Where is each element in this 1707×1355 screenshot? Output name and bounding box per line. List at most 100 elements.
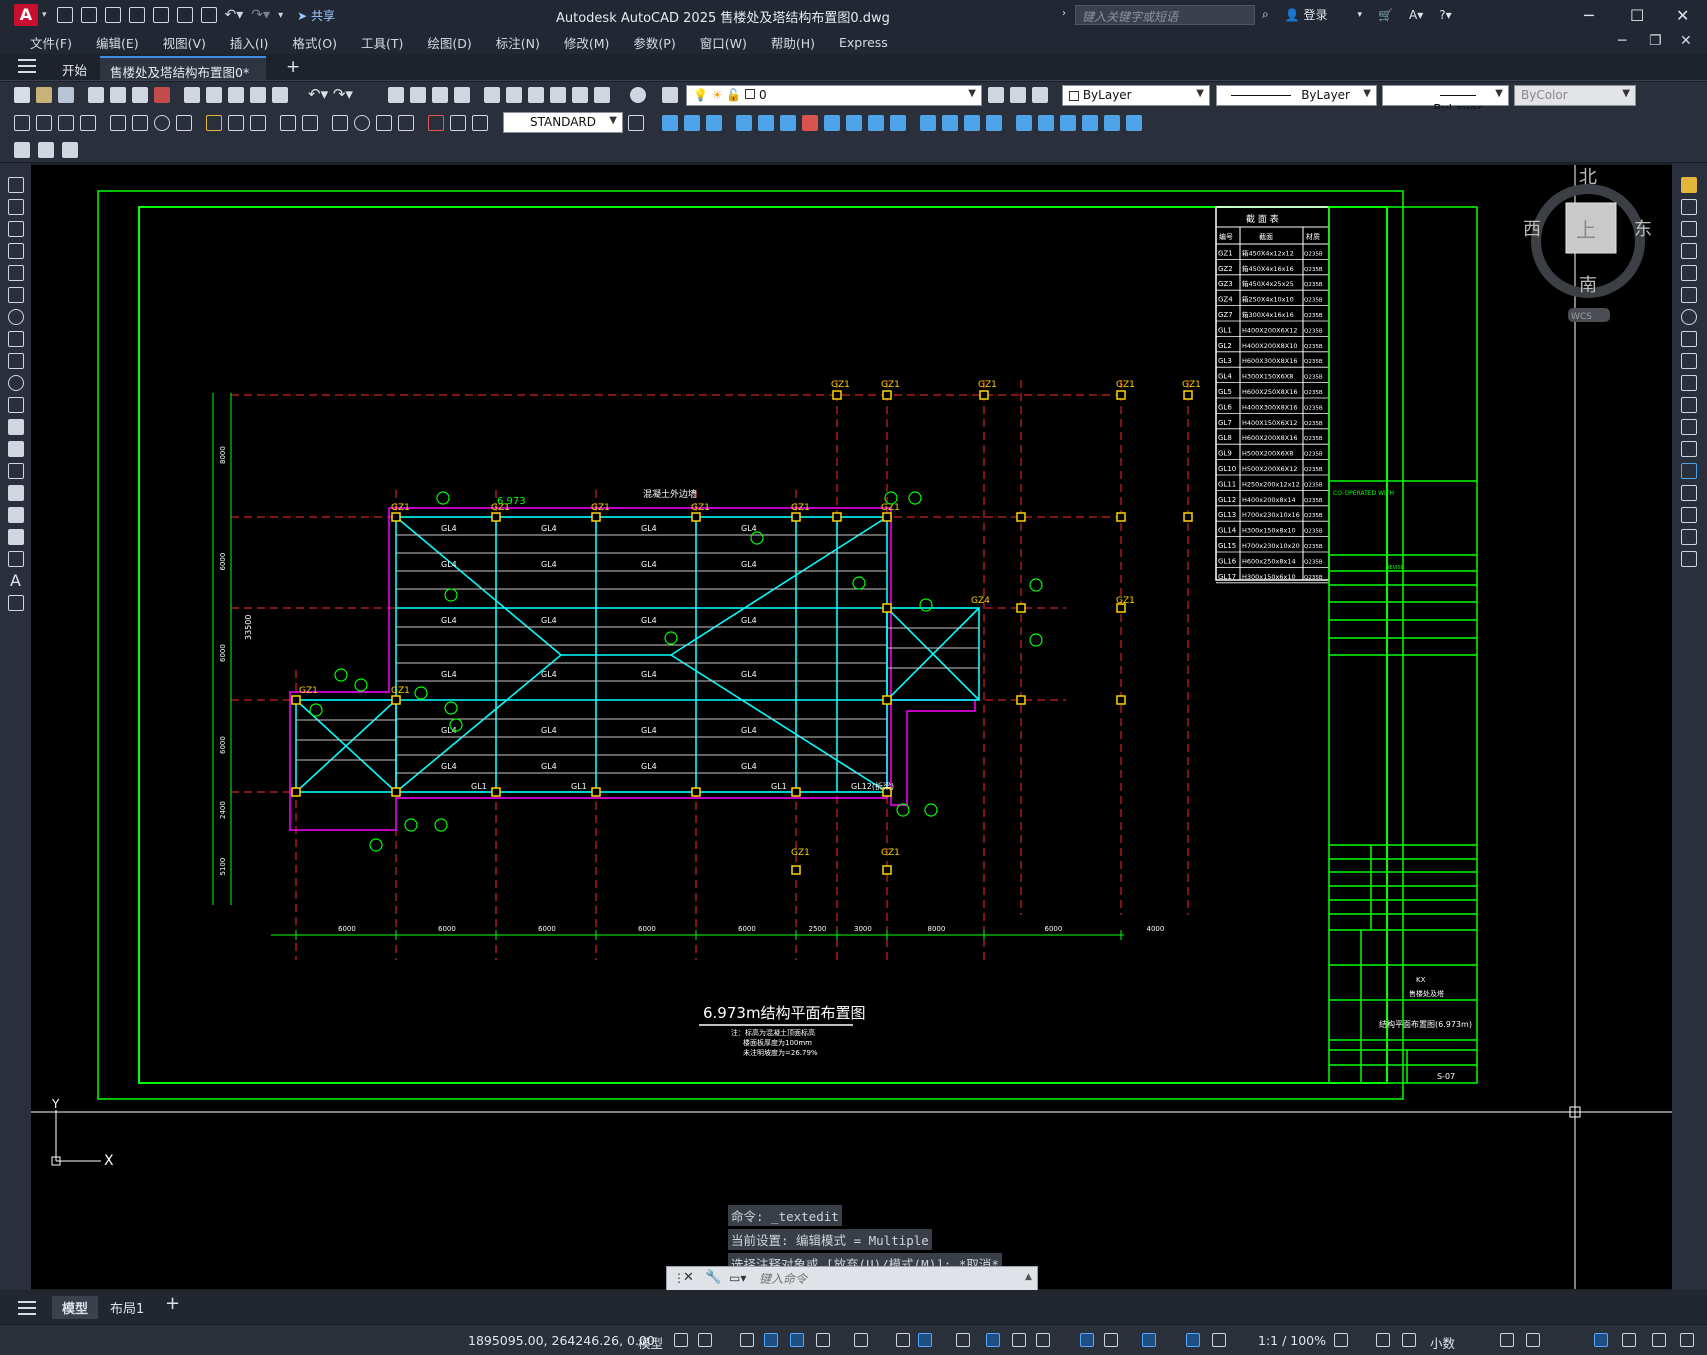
cart-icon[interactable]: 🛒 <box>1378 8 1393 22</box>
polar-icon[interactable] <box>816 1333 830 1347</box>
minimize-button[interactable]: ─ <box>1584 6 1594 25</box>
baseline-dim-icon[interactable] <box>228 115 244 131</box>
layer-on-icon[interactable]: 💡 <box>693 88 708 102</box>
snap-icon[interactable] <box>698 1333 712 1347</box>
tab-document[interactable]: 售楼处及塔结构布置图0* ✕ <box>100 56 266 96</box>
revolve-icon[interactable] <box>920 115 936 131</box>
move-icon[interactable] <box>1681 287 1697 303</box>
viewcube[interactable]: 上 北 南 东 西 WCS <box>1523 167 1652 322</box>
construction-line-icon[interactable] <box>8 199 24 215</box>
units-dropdown[interactable]: 小数 <box>1430 1333 1455 1352</box>
layer-freeze-icon[interactable]: ☀ <box>712 88 723 102</box>
point-icon[interactable] <box>8 463 24 479</box>
pyramid-icon[interactable] <box>802 115 818 131</box>
continue-dim-icon[interactable] <box>250 115 266 131</box>
properties-icon[interactable] <box>484 87 500 103</box>
radius-dim-icon[interactable] <box>110 115 126 131</box>
mtext-icon[interactable]: A <box>10 571 21 590</box>
workspace-gear-icon[interactable] <box>1334 1333 1348 1347</box>
expand-chevron-icon[interactable]: › <box>1062 8 1066 19</box>
help-search-input[interactable]: 键入关键字或短语 <box>1075 5 1255 25</box>
join-icon[interactable] <box>1681 463 1697 479</box>
open-folder-icon[interactable] <box>80 7 97 23</box>
menu-draw[interactable]: 绘图(D) <box>415 33 483 52</box>
markup-icon[interactable] <box>572 87 588 103</box>
add-selected-icon[interactable] <box>8 595 24 611</box>
new-tab-button[interactable]: + <box>276 56 310 80</box>
box-icon[interactable] <box>662 115 678 131</box>
3d-print-icon[interactable] <box>154 87 170 103</box>
menu-window[interactable]: 窗口(W) <box>688 33 759 52</box>
cylinder-icon[interactable] <box>758 115 774 131</box>
blend-curves-icon[interactable] <box>1681 529 1697 545</box>
stretch-icon[interactable] <box>1681 353 1697 369</box>
angular-dim-icon[interactable] <box>176 115 192 131</box>
transparency-icon[interactable] <box>986 1333 1000 1347</box>
auto-scale-icon[interactable] <box>1212 1333 1226 1347</box>
customize-qa-chevron-icon[interactable]: ▾ <box>278 10 283 21</box>
union-icon[interactable] <box>964 115 980 131</box>
table-icon[interactable] <box>8 551 24 567</box>
menu-parametric[interactable]: 参数(P) <box>621 33 687 52</box>
explode-icon[interactable] <box>1681 551 1697 567</box>
plot-icon[interactable] <box>200 7 217 23</box>
viewcube-west[interactable]: 西 <box>1523 219 1541 240</box>
extrude-icon[interactable] <box>846 115 862 131</box>
annotation-monitor-icon[interactable] <box>1376 1333 1390 1347</box>
torus-icon[interactable] <box>780 115 796 131</box>
viewcube-south[interactable]: 南 <box>1579 275 1597 296</box>
ordinate-dim-icon[interactable] <box>80 115 96 131</box>
dim-style-icon[interactable] <box>628 115 644 131</box>
redo-icon[interactable]: ↷▾ <box>251 7 270 23</box>
doc-close-button[interactable]: ✕ <box>1680 33 1692 49</box>
help-toolbar-icon[interactable] <box>630 87 646 103</box>
rotate-icon[interactable] <box>1681 309 1697 325</box>
command-customize-icon[interactable]: 🔧 <box>705 1270 721 1285</box>
region-icon[interactable] <box>8 529 24 545</box>
design-center-icon[interactable] <box>506 87 522 103</box>
hardware-acceleration-icon[interactable] <box>1622 1333 1636 1347</box>
layer-previous-icon[interactable] <box>1010 87 1026 103</box>
linetype-dropdown[interactable]: ByLayer ▼ <box>1216 85 1377 106</box>
share-button[interactable]: ➤ 共享 <box>297 7 335 24</box>
publish-icon[interactable] <box>132 87 148 103</box>
thicken-icon[interactable] <box>1060 115 1076 131</box>
layer-state-icon[interactable] <box>1032 87 1048 103</box>
command-expand-icon[interactable]: ▲ <box>1025 1272 1032 1282</box>
mirror-icon[interactable] <box>1681 221 1697 237</box>
block-editor-icon[interactable] <box>272 87 288 103</box>
block-attribute-icon[interactable] <box>38 142 54 158</box>
new-file-icon[interactable] <box>56 7 73 23</box>
command-input[interactable] <box>759 1270 1009 1288</box>
chamfer-icon[interactable] <box>1681 485 1697 501</box>
loft-icon[interactable] <box>942 115 958 131</box>
gradient-icon[interactable] <box>8 507 24 523</box>
diameter-dim-icon[interactable] <box>154 115 170 131</box>
zoom-window-icon[interactable] <box>432 87 448 103</box>
ellipse-icon[interactable] <box>8 375 24 391</box>
help-icon[interactable]: ?▾ <box>1439 8 1451 22</box>
object-snap-icon[interactable] <box>918 1333 932 1347</box>
attribute-icon[interactable] <box>14 142 30 158</box>
close-button[interactable]: ✕ <box>1676 6 1689 25</box>
jogged-linear-icon[interactable] <box>398 115 414 131</box>
linear-dim-icon[interactable] <box>14 115 30 131</box>
infer-constraints-icon[interactable] <box>740 1333 754 1347</box>
tool-palettes-icon[interactable] <box>528 87 544 103</box>
dynamic-input-icon[interactable] <box>764 1333 778 1347</box>
polygon-icon[interactable] <box>8 243 24 259</box>
save-icon[interactable] <box>58 87 74 103</box>
file-tabs-menu-icon[interactable] <box>18 59 36 73</box>
menu-tools[interactable]: 工具(T) <box>349 33 415 52</box>
sweep-icon[interactable] <box>890 115 906 131</box>
quick-properties-icon[interactable] <box>1500 1333 1514 1347</box>
menu-modify[interactable]: 修改(M) <box>552 33 622 52</box>
command-close-icon[interactable]: ✕ <box>683 1270 694 1285</box>
selection-cycling-icon[interactable] <box>1012 1333 1026 1347</box>
circle-icon[interactable] <box>8 309 24 325</box>
rectangle-icon[interactable] <box>8 265 24 281</box>
sign-in-button[interactable]: 👤 登录 <box>1285 6 1328 23</box>
interfere-icon[interactable] <box>1082 115 1098 131</box>
dynamic-ucs-icon[interactable] <box>1080 1333 1094 1347</box>
arc-length-icon[interactable] <box>58 115 74 131</box>
